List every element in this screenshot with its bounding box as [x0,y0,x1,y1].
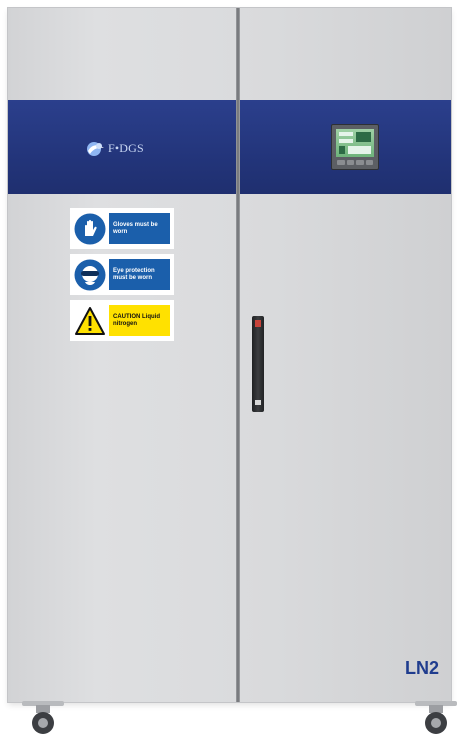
control-touchscreen[interactable] [331,124,379,170]
brand-logo: F•DGS [86,137,144,159]
goggles-icon [74,259,106,290]
control-keys[interactable] [337,160,373,165]
status-led [255,320,261,327]
logo-text: F•DGS [108,140,144,155]
door-seam [236,8,240,702]
lock-slot [255,400,261,405]
left-caster-wheel [22,701,64,734]
cabinet-top-band [8,100,451,194]
liquid-nitrogen-caution-sign: CAUTION Liquid nitrogen [70,300,174,341]
warning-triangle-icon [75,306,105,335]
gloves-sign: Gloves must be worn [70,208,174,249]
ln2-label: LN2 [405,658,440,678]
eye-protection-sign: Eye protection must be worn [70,254,174,295]
caution-sign-text: CAUTION Liquid nitrogen [109,305,170,336]
right-caster-wheel [415,701,457,734]
gloves-sign-text: Gloves must be worn [109,213,170,244]
display-screen [336,129,374,157]
logo-swirl-icon [87,142,104,156]
door-handle[interactable] [252,316,264,412]
eye-protection-sign-text: Eye protection must be worn [109,259,170,290]
gloves-icon [74,213,106,244]
